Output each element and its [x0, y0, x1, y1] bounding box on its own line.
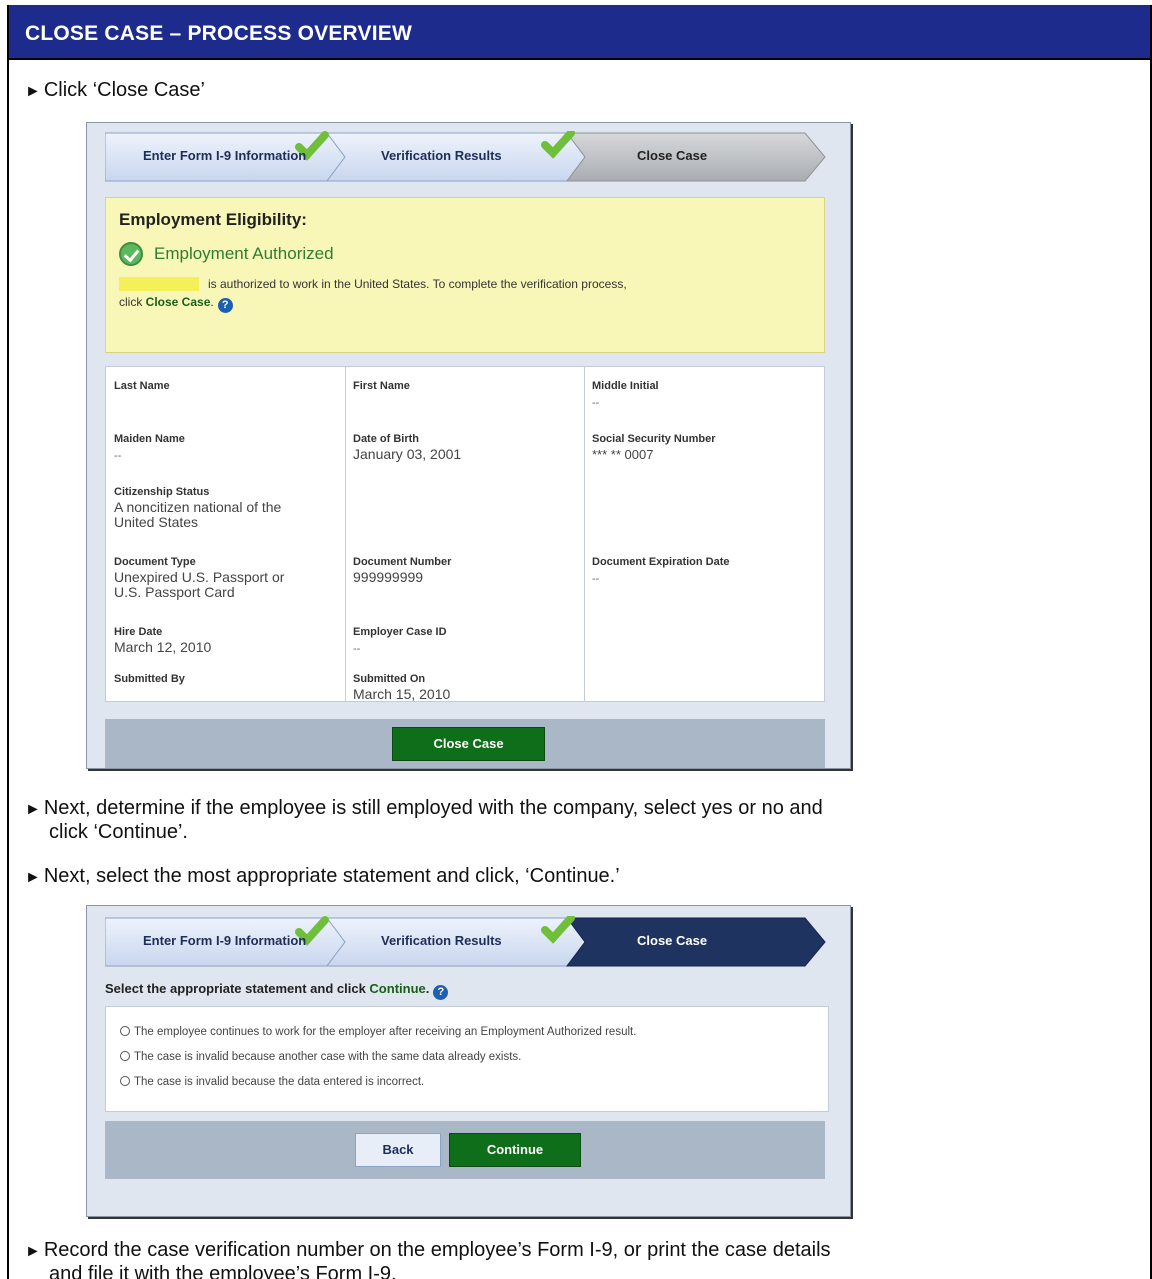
bullet-record-case-number-cont: and file it with the employee’s Form I-9…	[49, 1263, 397, 1279]
employer-case-id-label: Employer Case ID	[353, 626, 447, 638]
eligibility-message-line2: click Close Case.?	[119, 295, 233, 313]
bullet-arrow-icon: ►	[25, 1243, 41, 1260]
statement-option-incorrect-data[interactable]: The case is invalid because the data ent…	[120, 1076, 424, 1088]
bullet-click-close-case: ► Click ‘Close Case’	[25, 79, 205, 101]
step-close-case-label: Close Case	[637, 933, 708, 948]
document-expiration-label: Document Expiration Date	[592, 556, 730, 568]
section-title: CLOSE CASE – PROCESS OVERVIEW	[25, 22, 412, 45]
dob-value: January 03, 2001	[353, 446, 462, 462]
hire-date-label: Hire Date	[114, 626, 163, 638]
employer-case-id-value: --	[353, 643, 361, 655]
step-enter-form-label: Enter Form I-9 Information	[143, 148, 307, 163]
radio-button[interactable]	[120, 1051, 130, 1061]
submitted-on-value: March 15, 2010	[353, 686, 451, 702]
bullet-arrow-icon: ►	[25, 83, 41, 100]
submitted-on-label: Submitted On	[353, 673, 426, 685]
maiden-name-label: Maiden Name	[114, 433, 185, 445]
eligibility-title: Employment Eligibility:	[119, 210, 307, 229]
column-divider	[584, 367, 585, 701]
radio-button[interactable]	[120, 1076, 130, 1086]
bullet-still-employed-cont: click ‘Continue’.	[49, 821, 188, 843]
progress-steps: Enter Form I-9 Information Verification …	[105, 916, 835, 968]
citizenship-value-line2: United States	[114, 514, 199, 530]
document-number-value: 999999999	[353, 569, 424, 585]
bullet-record-case-number: ► Record the case verification number on …	[25, 1239, 831, 1261]
ssn-value: *** ** 0007	[592, 447, 654, 462]
radio-button[interactable]	[120, 1026, 130, 1036]
step-close-case-label: Close Case	[637, 148, 708, 163]
bullet-still-employed: ► Next, determine if the employee is stil…	[25, 797, 823, 819]
hire-date-value: March 12, 2010	[114, 639, 212, 655]
close-case-link[interactable]: Close Case	[146, 295, 211, 309]
statement-option-duplicate-case[interactable]: The case is invalid because another case…	[120, 1051, 521, 1063]
bullet-arrow-icon: ►	[25, 801, 41, 818]
continue-button[interactable]: Continue	[449, 1133, 581, 1167]
step-enter-form-label: Enter Form I-9 Information	[143, 933, 307, 948]
section-banner: CLOSE CASE – PROCESS OVERVIEW	[9, 5, 1150, 60]
help-icon[interactable]: ?	[217, 298, 233, 313]
document-type-value-line1: Unexpired U.S. Passport or	[114, 569, 285, 585]
dob-label: Date of Birth	[353, 433, 419, 445]
case-details-panel: Last Name First Name Middle Initial -- M…	[105, 366, 825, 702]
middle-initial-value: --	[592, 397, 600, 409]
document-type-value-line2: U.S. Passport Card	[114, 584, 235, 600]
close-case-button[interactable]: Close Case	[392, 727, 545, 761]
progress-steps: Enter Form I-9 Information Verification …	[105, 131, 835, 183]
screenshot-select-statement: Enter Form I-9 Information Verification …	[86, 905, 851, 1217]
maiden-name-value: --	[114, 450, 122, 462]
citizenship-label: Citizenship Status	[114, 486, 210, 498]
column-divider	[345, 367, 346, 701]
ssn-label: Social Security Number	[592, 433, 716, 445]
help-icon[interactable]: ?	[433, 985, 449, 1000]
document-type-label: Document Type	[114, 556, 196, 568]
document-frame: CLOSE CASE – PROCESS OVERVIEW ► Click ‘Cl…	[7, 5, 1152, 1279]
submitted-by-label: Submitted By	[114, 673, 185, 685]
check-circle-icon	[119, 242, 143, 266]
statement-options: The employee continues to work for the e…	[105, 1006, 829, 1112]
statement-option-continues-to-work[interactable]: The employee continues to work for the e…	[120, 1026, 636, 1038]
step-verification-results-label: Verification Results	[381, 933, 502, 948]
document-expiration-value: --	[592, 573, 600, 585]
first-name-label: First Name	[353, 380, 410, 392]
last-name-label: Last Name	[114, 380, 170, 392]
bullet-select-statement: ► Next, select the most appropriate state…	[25, 865, 620, 887]
eligibility-panel: Employment Eligibility: Employment Autho…	[105, 197, 825, 353]
button-bar: Back Continue	[105, 1121, 825, 1179]
screenshot-close-case: Enter Form I-9 Information Verification …	[86, 122, 851, 769]
back-button[interactable]: Back	[355, 1133, 441, 1167]
button-bar: Close Case	[105, 719, 825, 768]
citizenship-value-line1: A noncitizen national of the	[114, 499, 282, 515]
document-number-label: Document Number	[353, 556, 452, 568]
eligibility-message-line1: is authorized to work in the United Stat…	[208, 277, 627, 291]
eligibility-status: Employment Authorized	[154, 244, 334, 263]
redacted-name-highlight	[119, 277, 199, 291]
select-statement-prompt: Select the appropriate statement and cli…	[105, 981, 449, 1000]
middle-initial-label: Middle Initial	[592, 380, 659, 392]
bullet-arrow-icon: ►	[25, 869, 41, 886]
step-verification-results-label: Verification Results	[381, 148, 502, 163]
